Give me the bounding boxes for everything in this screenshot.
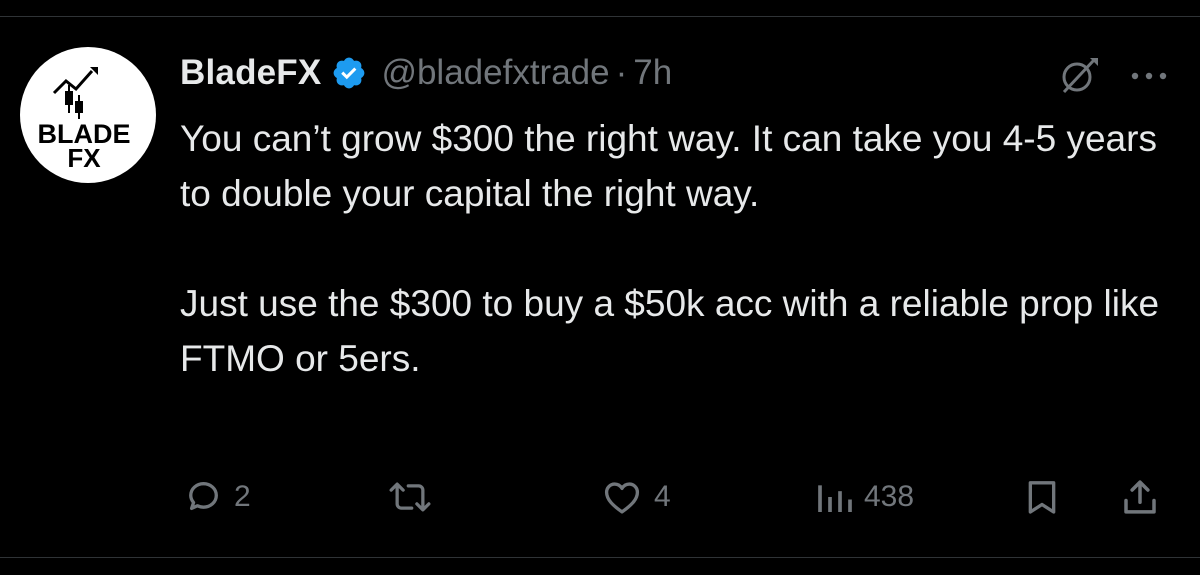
- top-divider: [0, 16, 1200, 17]
- heart-icon: [604, 482, 640, 514]
- reply-button[interactable]: 2: [182, 472, 251, 522]
- views-icon: [818, 485, 852, 512]
- action-bar: 2 4 438: [0, 472, 1200, 522]
- avatar-logo: BLADE FX: [38, 67, 131, 173]
- retweet-icon: [389, 482, 431, 512]
- reply-count: 2: [234, 480, 251, 513]
- bookmark-icon: [1028, 481, 1056, 514]
- avatar[interactable]: BLADE FX: [20, 47, 156, 183]
- verified-badge-icon[interactable]: [331, 55, 367, 91]
- bottom-divider: [0, 557, 1200, 558]
- share-button[interactable]: [1118, 472, 1162, 522]
- tweet-paragraph-1: You can’t grow $300 the right way. It ca…: [180, 118, 1157, 214]
- tweet-card[interactable]: BLADE FX BladeFX @bladefxtrade · 7h You …: [0, 0, 1200, 575]
- bookmark-button[interactable]: [1022, 472, 1062, 522]
- tweet-paragraph-2: Just use the $300 to buy a $50k acc with…: [180, 283, 1160, 379]
- more-icon[interactable]: [1124, 58, 1174, 94]
- reply-icon: [189, 482, 218, 511]
- views-count: 438: [864, 480, 915, 513]
- separator-dot: ·: [615, 53, 628, 92]
- timestamp[interactable]: 7h: [633, 53, 672, 93]
- retweet-button[interactable]: [386, 472, 444, 522]
- share-icon: [1124, 480, 1156, 514]
- handle[interactable]: @bladefxtrade: [381, 53, 609, 93]
- like-count: 4: [654, 480, 671, 513]
- grok-icon[interactable]: [1056, 54, 1100, 98]
- like-button[interactable]: 4: [600, 472, 671, 522]
- tweet-header: BladeFX @bladefxtrade · 7h: [180, 50, 672, 96]
- avatar-text-2: FX: [67, 143, 101, 173]
- views-button[interactable]: 438: [814, 472, 914, 522]
- tweet-text: You can’t grow $300 the right way. It ca…: [180, 111, 1160, 386]
- display-name[interactable]: BladeFX: [180, 53, 321, 93]
